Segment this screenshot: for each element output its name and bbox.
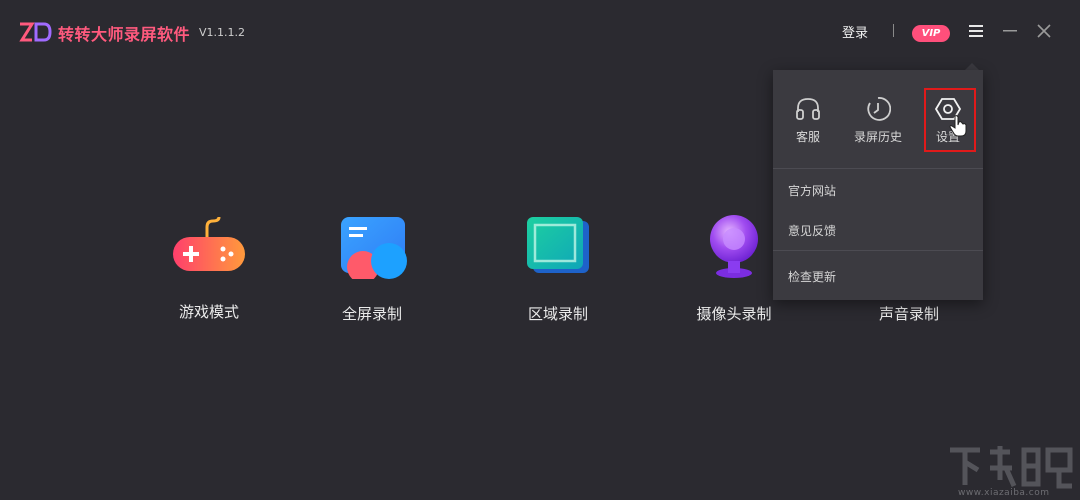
dropdown-menu: 客服 录屏历史 设置 官方网站 意见反馈 检查更新	[773, 70, 983, 300]
menu-item-official-site[interactable]: 官方网站	[788, 182, 836, 199]
app-title: 转转大师录屏软件	[58, 25, 191, 44]
close-icon[interactable]	[1033, 20, 1055, 42]
header-separator	[893, 24, 894, 37]
mode-region-label: 区域录制	[527, 305, 588, 323]
minimize-icon[interactable]	[999, 20, 1021, 42]
menu-customer-service-label: 客服	[795, 130, 820, 144]
vip-badge[interactable]: VIP	[912, 25, 950, 42]
menu-customer-service[interactable]: 客服	[778, 96, 838, 144]
app-logo-icon	[19, 22, 52, 42]
hand-cursor-icon	[949, 115, 967, 137]
mode-game-label: 游戏模式	[178, 303, 239, 321]
menu-item-feedback[interactable]: 意见反馈	[788, 222, 836, 239]
watermark-url: www.xiazaiba.com	[958, 488, 1050, 498]
webcam-icon	[710, 215, 758, 278]
login-link[interactable]: 登录	[842, 22, 868, 41]
title-bar: 转转大师录屏软件 V1.1.1.2 登录 VIP	[0, 0, 1080, 64]
headset-icon	[796, 98, 820, 120]
fullscreen-icon	[341, 217, 407, 279]
gamepad-icon	[173, 216, 245, 271]
clock-icon	[867, 97, 892, 121]
menu-divider	[773, 250, 983, 251]
app-version: V1.1.1.2	[199, 26, 246, 39]
mode-region[interactable]: 区域录制	[503, 215, 613, 325]
mode-fullscreen[interactable]: 全屏录制	[317, 215, 427, 325]
mode-webcam-label: 摄像头录制	[696, 305, 772, 323]
menu-record-history-label: 录屏历史	[853, 130, 902, 144]
mode-game[interactable]: 游戏模式	[154, 215, 264, 325]
region-icon	[527, 217, 589, 273]
menu-icon[interactable]	[965, 20, 987, 42]
mode-audio-label: 声音录制	[878, 305, 939, 323]
menu-divider	[773, 168, 983, 169]
menu-item-check-update[interactable]: 检查更新	[788, 268, 836, 285]
mode-fullscreen-label: 全屏录制	[341, 305, 402, 323]
menu-record-history[interactable]: 录屏历史	[848, 96, 908, 144]
